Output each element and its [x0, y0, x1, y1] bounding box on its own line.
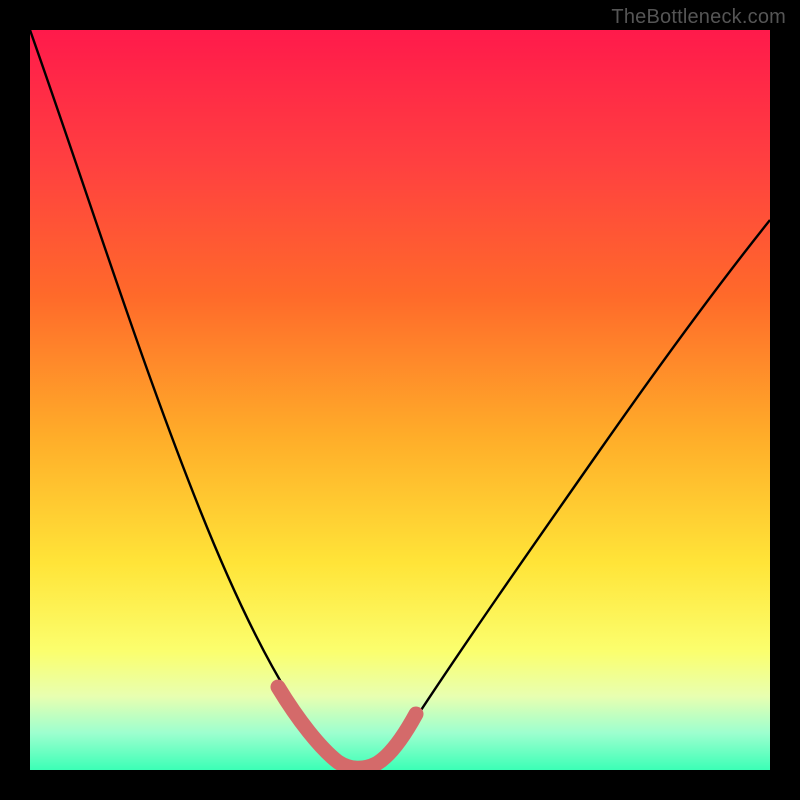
watermark-text: TheBottleneck.com [611, 6, 786, 29]
main-curve [30, 30, 770, 768]
highlight-segment [278, 687, 416, 768]
chart-frame: TheBottleneck.com [0, 0, 800, 800]
chart-curve-svg [30, 30, 770, 770]
chart-plot-area [30, 30, 770, 770]
